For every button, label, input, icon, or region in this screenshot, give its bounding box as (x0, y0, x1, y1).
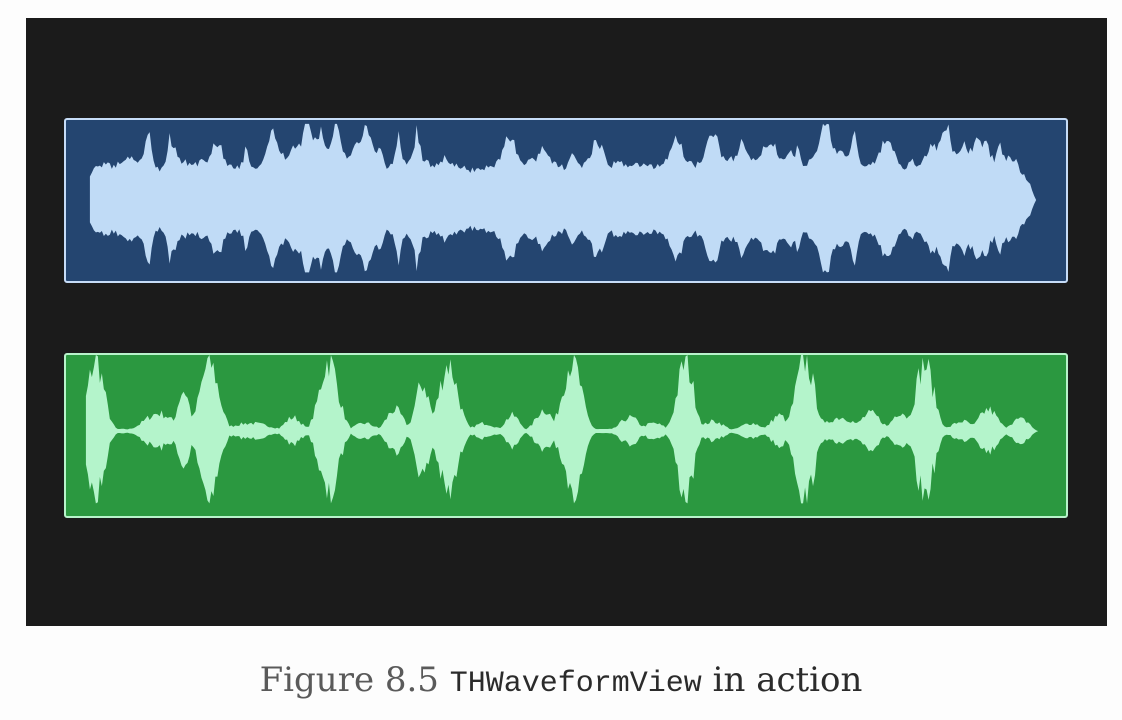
figure-caption: Figure 8.5 THWaveformView in action (0, 656, 1122, 708)
figure-caption-suffix: in action (712, 660, 863, 700)
music-waveform-shape (89, 123, 1037, 273)
waveform-view-music (64, 118, 1068, 283)
figure-code-term: THWaveformView (449, 667, 702, 701)
waveform-screenshot (26, 18, 1107, 626)
figure-number: Figure 8.5 (259, 660, 439, 700)
waveform-view-speech (64, 353, 1068, 518)
speech-waveform-shape (85, 355, 1039, 504)
speech-waveform-graphic (85, 355, 1039, 504)
music-waveform-graphic (89, 123, 1037, 273)
